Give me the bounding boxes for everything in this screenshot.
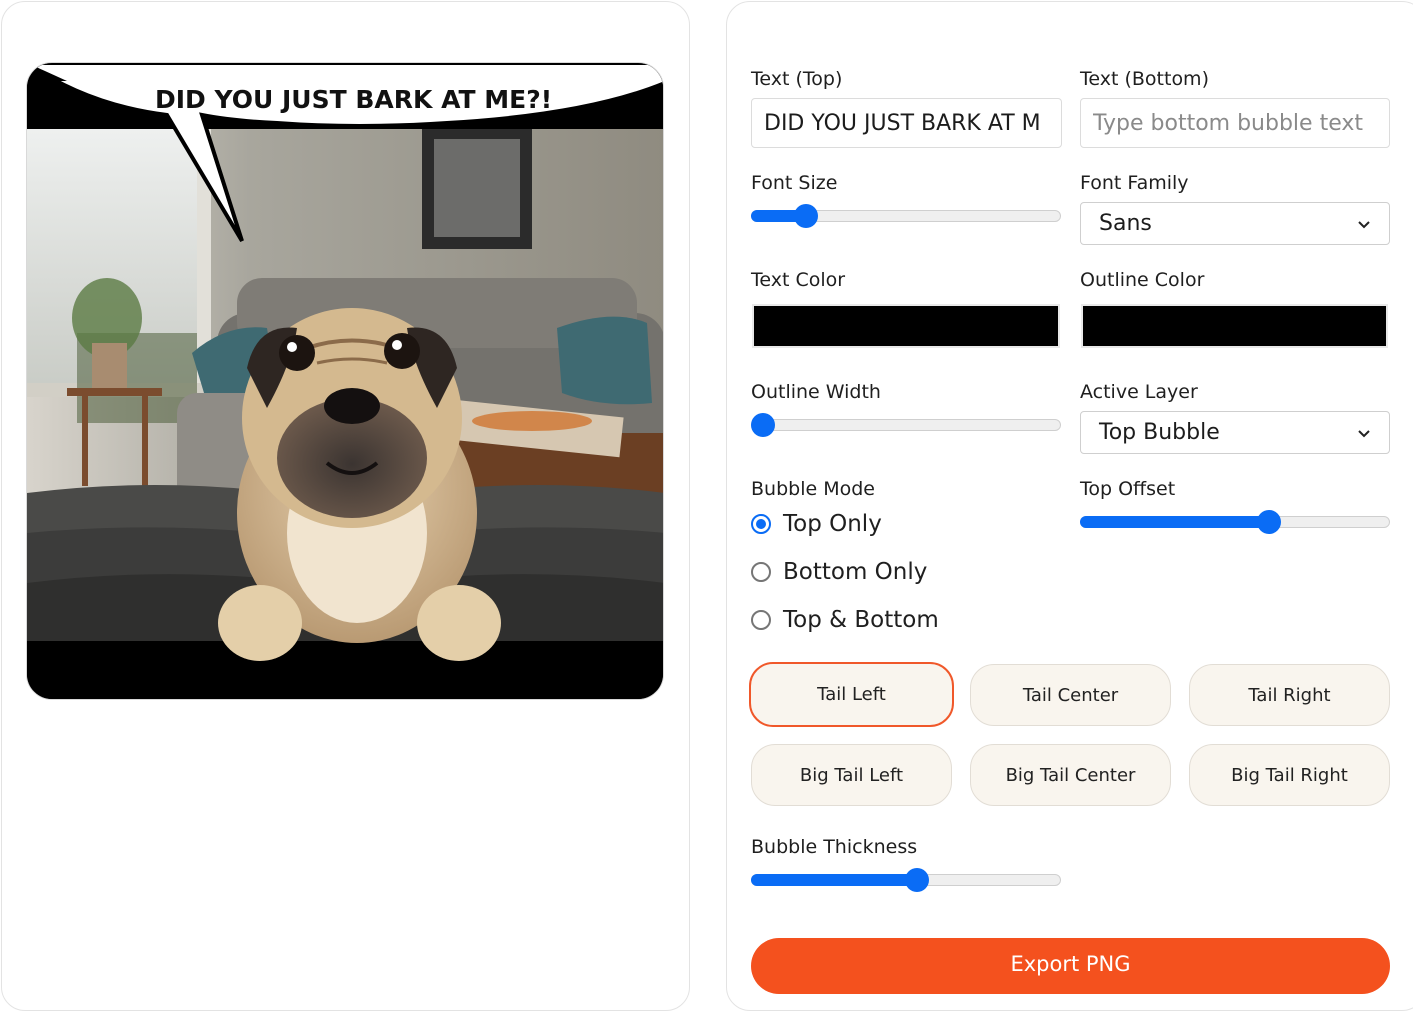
- text-color-label: Text Color: [751, 269, 846, 291]
- radio-button[interactable]: [751, 562, 771, 582]
- active-layer-label: Active Layer: [1080, 381, 1198, 403]
- text-bottom-input[interactable]: [1080, 98, 1390, 148]
- text-top-label: Text (Top): [751, 68, 843, 90]
- chevron-down-icon: [1358, 220, 1370, 228]
- text-top-input[interactable]: [751, 98, 1062, 148]
- active-layer-select[interactable]: Top Bubble: [1080, 411, 1390, 454]
- bubble-mode-top-only[interactable]: Top Only: [751, 511, 882, 537]
- bubble-mode-top-and-bottom[interactable]: Top & Bottom: [751, 607, 939, 633]
- bubble-mode-label: Bubble Mode: [751, 478, 875, 500]
- top-bubble-text: DID YOU JUST BARK AT ME?!: [155, 85, 552, 114]
- radio-label: Top Only: [783, 511, 882, 537]
- outline-color-label: Outline Color: [1080, 269, 1205, 291]
- font-size-label: Font Size: [751, 172, 838, 194]
- radio-button[interactable]: [751, 514, 771, 534]
- meme-canvas[interactable]: DID YOU JUST BARK AT ME?!: [26, 62, 664, 700]
- slider-thumb[interactable]: [905, 868, 930, 892]
- text-color-swatch[interactable]: [752, 304, 1060, 348]
- tail-left-button[interactable]: Tail Left: [749, 662, 954, 727]
- bubble-thickness-slider[interactable]: [751, 868, 1061, 892]
- top-offset-label: Top Offset: [1080, 478, 1176, 500]
- active-layer-value: Top Bubble: [1099, 420, 1220, 445]
- meme-image: DID YOU JUST BARK AT ME?!: [27, 63, 663, 699]
- font-family-select[interactable]: Sans: [1080, 202, 1390, 245]
- controls-panel: [726, 1, 1413, 1011]
- font-family-label: Font Family: [1080, 172, 1189, 194]
- chevron-down-icon: [1358, 429, 1370, 437]
- radio-label: Top & Bottom: [783, 607, 939, 633]
- tail-center-button[interactable]: Tail Center: [970, 664, 1171, 726]
- font-size-slider[interactable]: [751, 204, 1061, 228]
- export-png-button[interactable]: Export PNG: [751, 938, 1390, 994]
- bubble-thickness-label: Bubble Thickness: [751, 836, 918, 858]
- radio-button[interactable]: [751, 610, 771, 630]
- slider-thumb[interactable]: [793, 204, 818, 228]
- top-offset-slider[interactable]: [1080, 510, 1390, 534]
- font-family-value: Sans: [1099, 211, 1152, 236]
- outline-color-swatch[interactable]: [1081, 304, 1388, 348]
- big-tail-left-button[interactable]: Big Tail Left: [751, 744, 952, 806]
- outline-width-label: Outline Width: [751, 381, 881, 403]
- slider-thumb[interactable]: [1257, 510, 1282, 534]
- slider-track: [751, 419, 1061, 431]
- slider-fill: [1080, 516, 1270, 528]
- slider-fill: [751, 874, 918, 886]
- radio-label: Bottom Only: [783, 559, 928, 585]
- tail-right-button[interactable]: Tail Right: [1189, 664, 1390, 726]
- outline-width-slider[interactable]: [751, 413, 1061, 437]
- text-bottom-label: Text (Bottom): [1080, 68, 1209, 90]
- bubble-mode-bottom-only[interactable]: Bottom Only: [751, 559, 927, 585]
- slider-thumb[interactable]: [751, 413, 775, 437]
- big-tail-right-button[interactable]: Big Tail Right: [1189, 744, 1390, 806]
- big-tail-center-button[interactable]: Big Tail Center: [970, 744, 1171, 806]
